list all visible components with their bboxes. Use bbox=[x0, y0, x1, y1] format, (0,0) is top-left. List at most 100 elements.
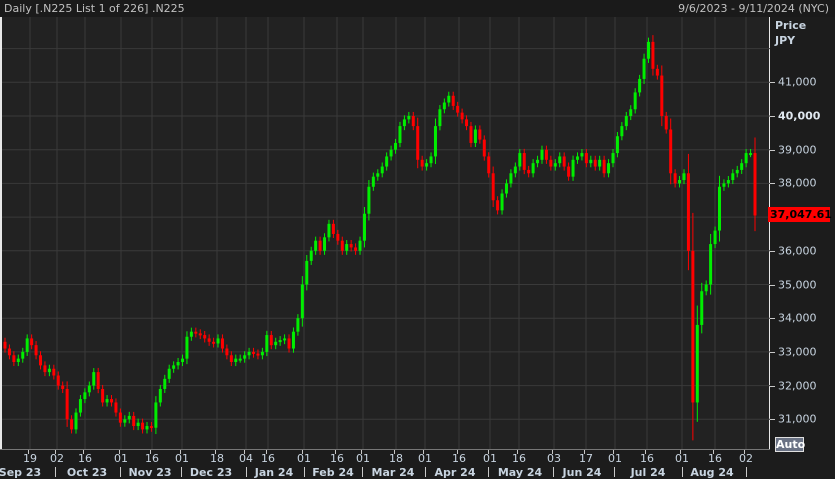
candle-down bbox=[456, 105, 460, 113]
candle-up bbox=[500, 193, 504, 211]
candle-up bbox=[247, 351, 251, 356]
month-label: Oct 23 bbox=[66, 466, 108, 479]
candle-up bbox=[376, 173, 380, 177]
candle-down bbox=[669, 129, 673, 174]
candle-down bbox=[469, 126, 473, 143]
candle-up bbox=[726, 180, 730, 184]
candle-up bbox=[243, 355, 247, 359]
candle-up bbox=[83, 392, 87, 400]
candle-down bbox=[660, 75, 664, 116]
candle-up bbox=[509, 173, 513, 184]
candle-down bbox=[30, 338, 34, 346]
candle-down bbox=[753, 153, 757, 216]
candle-up bbox=[74, 412, 78, 430]
date-axis[interactable]: 19 02 16 01 16 01 18 04 16 01 16 01 18 01 16 01 16 03 17 01… bbox=[0, 449, 770, 479]
month-label: Apr 24 bbox=[434, 466, 476, 479]
candle-down bbox=[496, 200, 500, 211]
candle-down bbox=[207, 338, 211, 342]
candle-down bbox=[549, 159, 553, 167]
candle-down bbox=[584, 153, 588, 164]
candle-down bbox=[460, 112, 464, 120]
candle-down bbox=[203, 335, 207, 339]
candle-down bbox=[34, 345, 38, 356]
day-label: 04 bbox=[239, 452, 253, 465]
price-tick bbox=[770, 116, 775, 117]
candle-up bbox=[278, 340, 282, 343]
candle-up bbox=[176, 362, 180, 366]
candle-up bbox=[300, 284, 304, 319]
candle-up bbox=[216, 338, 220, 344]
day-label: 01 bbox=[175, 452, 189, 465]
candle-up bbox=[327, 223, 331, 238]
candle-up bbox=[700, 291, 704, 325]
candle-up bbox=[323, 237, 327, 251]
candle-down bbox=[416, 126, 420, 160]
day-label: 01 bbox=[418, 452, 432, 465]
candle-up bbox=[473, 129, 477, 143]
candle-up bbox=[136, 422, 140, 427]
candle-up bbox=[167, 368, 171, 379]
candle-down bbox=[7, 348, 11, 356]
candle-up bbox=[105, 399, 109, 403]
candle-up bbox=[731, 173, 735, 181]
candle-up bbox=[429, 156, 433, 164]
candle-down bbox=[101, 388, 105, 403]
day-label: 01 bbox=[297, 452, 311, 465]
candle-up bbox=[638, 78, 642, 93]
candle-up bbox=[646, 41, 650, 59]
candle-up bbox=[21, 351, 25, 359]
candle-down bbox=[256, 353, 260, 356]
candle-down bbox=[686, 173, 690, 251]
candle-down bbox=[420, 159, 424, 167]
candle-down bbox=[229, 355, 233, 363]
day-label: 02 bbox=[739, 452, 753, 465]
candle-up bbox=[504, 183, 508, 194]
auto-scale-button[interactable]: Auto bbox=[775, 437, 805, 452]
day-label: 16 bbox=[640, 452, 654, 465]
candle-down bbox=[340, 240, 344, 251]
day-label: 01 bbox=[356, 452, 370, 465]
candle-down bbox=[287, 338, 291, 349]
month-label: Mar 24 bbox=[371, 466, 415, 479]
candle-down bbox=[478, 129, 482, 140]
candle-up bbox=[260, 351, 264, 356]
candle-up bbox=[385, 156, 389, 167]
price-chart-plot[interactable] bbox=[0, 17, 770, 449]
candle-down bbox=[318, 240, 322, 251]
candle-up bbox=[291, 331, 295, 349]
candle-down bbox=[482, 139, 486, 157]
candle-down bbox=[141, 422, 145, 430]
candle-down bbox=[349, 244, 353, 248]
day-label: 16 bbox=[452, 452, 466, 465]
candle-up bbox=[265, 335, 269, 352]
candle-up bbox=[735, 169, 739, 174]
candle-down bbox=[52, 368, 56, 376]
candle-down bbox=[336, 233, 340, 241]
candle-down bbox=[61, 385, 65, 389]
candle-up bbox=[678, 180, 682, 184]
candle-up bbox=[611, 153, 615, 164]
candle-down bbox=[194, 331, 198, 334]
candle-up bbox=[744, 153, 748, 164]
price-tick bbox=[770, 82, 775, 84]
price-tick-label: 39,000 bbox=[778, 143, 817, 157]
day-label: 16 bbox=[512, 452, 526, 465]
month-label: Dec 23 bbox=[189, 466, 233, 479]
candle-up bbox=[553, 163, 557, 167]
price-tick bbox=[770, 419, 775, 421]
month-label: May 24 bbox=[497, 466, 543, 479]
candle-up bbox=[78, 399, 82, 413]
month-label: Sep 23 bbox=[0, 466, 42, 479]
candle-up bbox=[358, 240, 362, 251]
price-tick bbox=[770, 284, 775, 286]
candle-down bbox=[562, 156, 566, 167]
day-label: 03 bbox=[547, 452, 561, 465]
candle-up bbox=[620, 126, 624, 137]
price-tick bbox=[770, 385, 775, 387]
price-axis[interactable]: 41,000 40,000 39,000 38,000 36,000 35,000 34,0… bbox=[770, 17, 835, 449]
candle-up bbox=[598, 159, 602, 167]
candle-down bbox=[212, 341, 216, 344]
candlestick-chart bbox=[2, 17, 770, 449]
candle-up bbox=[513, 166, 517, 174]
day-label: 16 bbox=[330, 452, 344, 465]
